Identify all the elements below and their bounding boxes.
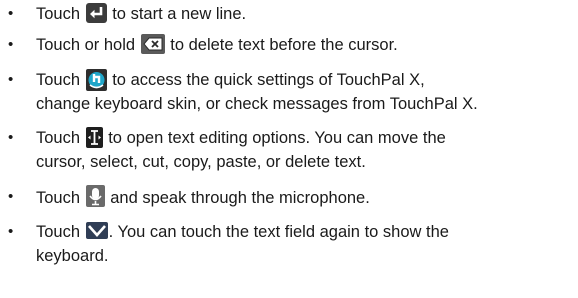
- item-text-after: to start a new line.: [112, 5, 247, 23]
- item-text-after: . You can touch the text field again to …: [108, 223, 449, 241]
- item-text-continued: change keyboard skin, or check messages …: [36, 95, 478, 113]
- item-text-before: Touch or hold: [36, 36, 136, 54]
- item-text-before: Touch: [36, 189, 81, 207]
- item-text-after: to open text editing options. You can mo…: [108, 129, 446, 147]
- bullet: •: [8, 188, 14, 205]
- text-cursor-icon: [85, 127, 103, 148]
- item-text-after: to access the quick settings of TouchPal…: [112, 71, 425, 89]
- bullet: •: [8, 129, 14, 146]
- backspace-icon: [140, 34, 165, 54]
- bullet: •: [8, 36, 14, 53]
- item-text-after: to delete text before the cursor.: [170, 36, 398, 54]
- item-text-before: Touch: [36, 5, 81, 23]
- enter-icon: [85, 3, 107, 23]
- item-text-continued: cursor, select, cut, copy, paste, or del…: [36, 153, 366, 171]
- bullet: •: [8, 71, 14, 88]
- hide-keyboard-icon: [85, 222, 108, 239]
- bullet: •: [8, 5, 14, 22]
- item-text-before: Touch: [36, 129, 81, 147]
- bullet: •: [8, 223, 14, 240]
- touchpal-settings-icon: [85, 69, 107, 91]
- item-text-after: and speak through the microphone.: [110, 189, 370, 207]
- microphone-icon: [85, 185, 105, 207]
- item-text-continued: keyboard.: [36, 247, 109, 265]
- item-text-before: Touch: [36, 223, 81, 241]
- item-text-before: Touch: [36, 71, 81, 89]
